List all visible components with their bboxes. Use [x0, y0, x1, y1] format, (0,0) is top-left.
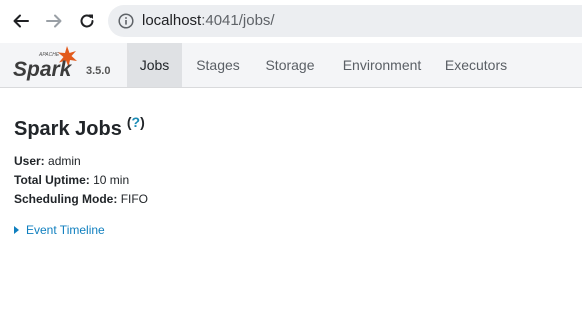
spark-logo[interactable]: APACHE Spark — [12, 43, 88, 87]
spark-version: 3.5.0 — [86, 65, 111, 77]
tab-jobs[interactable]: Jobs — [127, 43, 182, 87]
reload-button[interactable] — [74, 8, 100, 34]
address-bar[interactable]: localhost:4041/jobs/ — [108, 5, 582, 37]
logo-spark-text: Spark — [13, 58, 73, 81]
tab-executors[interactable]: Executors — [437, 43, 515, 87]
back-arrow-icon — [13, 14, 29, 28]
user-value: admin — [48, 154, 81, 168]
forward-button[interactable] — [41, 8, 67, 34]
forward-arrow-icon — [46, 14, 62, 28]
reload-icon — [80, 14, 94, 28]
tab-environment[interactable]: Environment — [332, 43, 432, 87]
expand-arrow-icon — [14, 225, 19, 234]
spark-navbar: APACHE Spark 3.5.0 Jobs Stages Storage E… — [0, 43, 582, 88]
scheduling-mode-value: FIFO — [120, 192, 149, 206]
tab-storage[interactable]: Storage — [256, 43, 324, 87]
event-timeline-label: Event Timeline — [26, 223, 105, 237]
scheduling-mode-label: Scheduling Mode: — [14, 192, 118, 206]
help-icon: ? — [131, 114, 141, 130]
user-info: User: admin — [14, 154, 81, 168]
uptime-label: Total Uptime: — [14, 173, 90, 187]
url-text[interactable]: localhost:4041/jobs/ — [142, 12, 275, 29]
browser-toolbar: localhost:4041/jobs/ — [0, 0, 582, 43]
help-link[interactable]: (?) — [127, 114, 145, 130]
event-timeline-toggle[interactable]: Event Timeline — [14, 223, 105, 237]
page-title-text: Spark Jobs — [14, 118, 122, 140]
uptime-value: 10 min — [93, 173, 130, 187]
scheduling-mode-info: Scheduling Mode: FIFO — [14, 192, 148, 206]
site-info-icon[interactable] — [118, 13, 134, 29]
url-path: :4041/jobs/ — [201, 12, 275, 29]
back-button[interactable] — [8, 8, 34, 34]
page-title: Spark Jobs (?) — [14, 114, 145, 141]
url-host: localhost — [142, 12, 202, 29]
user-label: User: — [14, 154, 45, 168]
tab-stages[interactable]: Stages — [187, 43, 249, 87]
uptime-info: Total Uptime: 10 min — [14, 173, 129, 187]
help-close-paren: ) — [140, 114, 145, 130]
